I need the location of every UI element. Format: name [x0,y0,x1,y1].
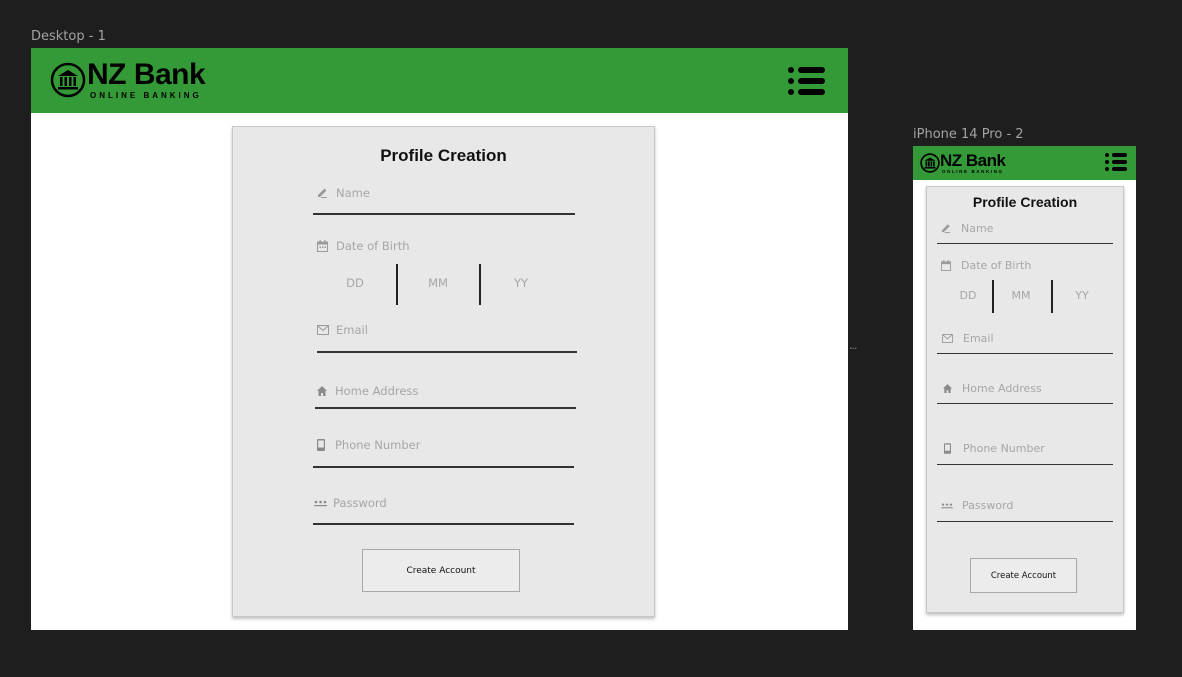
email-placeholder: Email [336,323,368,337]
app-header: NZ Bank ONLINE BANKING [913,146,1136,180]
hamburger-menu-icon[interactable] [1105,153,1127,171]
mail-icon [317,325,329,335]
phone-field[interactable]: Phone Number [937,442,1113,466]
home-icon [317,386,327,396]
dob-separator [479,264,481,305]
dob-year-input[interactable]: YY [496,276,546,290]
pencil-icon [941,223,952,234]
mobile-frame: NZ Bank ONLINE BANKING Profile Creation … [913,146,1136,630]
dob-field: Date of Birth [313,237,575,309]
dob-month-input[interactable]: MM [1006,289,1036,302]
name-field[interactable]: Name [313,183,575,217]
dob-day-input[interactable]: DD [953,289,983,302]
email-field[interactable]: Email [317,322,579,356]
brand-subtitle: ONLINE BANKING [90,91,202,100]
phone-icon [944,443,951,454]
dob-separator [396,264,398,305]
dob-month-input[interactable]: MM [413,276,463,290]
form-title: Profile Creation [972,194,1078,210]
password-placeholder: Password [962,499,1014,512]
dob-separator [992,280,994,313]
password-icon [941,502,953,509]
profile-form-card: Profile Creation Name Date of Birth DD M… [926,186,1124,613]
form-title: Profile Creation [380,146,507,165]
address-placeholder: Home Address [335,384,419,398]
dob-label: Date of Birth [336,239,410,253]
brand-title: NZ Bank [940,151,1006,170]
phone-placeholder: Phone Number [335,438,421,452]
dob-field: Date of Birth [941,259,1111,275]
bank-building-icon [50,62,86,98]
calendar-icon [941,260,951,271]
brand-logo[interactable]: NZ Bank ONLINE BANKING [50,58,206,100]
email-placeholder: Email [963,332,994,345]
desktop-frame-label: Desktop - 1 [31,29,106,44]
dob-separator [1051,280,1053,313]
password-placeholder: Password [333,496,387,510]
phone-field[interactable]: Phone Number [313,436,575,472]
name-field[interactable]: Name [937,221,1113,246]
dob-day-input[interactable]: DD [330,276,380,290]
password-field[interactable]: Password [937,499,1113,523]
create-account-button[interactable]: Create Account [970,558,1077,593]
create-account-button[interactable]: Create Account [362,549,520,592]
phone-placeholder: Phone Number [963,442,1045,455]
password-icon [314,499,327,507]
name-placeholder: Name [336,186,370,200]
mobile-frame-label: iPhone 14 Pro - 2 [913,127,1024,142]
profile-form-card: Profile Creation Name Date of Birth DD M… [232,126,655,617]
more-indicator: ... [849,339,857,352]
bank-building-icon [920,153,940,173]
app-header: NZ Bank ONLINE BANKING [31,48,848,113]
home-icon [943,384,952,393]
brand-logo[interactable]: NZ Bank ONLINE BANKING [920,151,1006,174]
dob-label: Date of Birth [961,259,1032,272]
phone-icon [317,439,325,451]
mail-icon [942,334,953,343]
brand-title: NZ Bank [87,58,206,91]
password-field[interactable]: Password [313,495,575,529]
email-field[interactable]: Email [937,332,1113,356]
desktop-frame: NZ Bank ONLINE BANKING Profile Creation … [31,48,848,630]
name-placeholder: Name [961,222,994,235]
calendar-icon [317,240,328,252]
hamburger-menu-icon[interactable] [788,66,825,96]
brand-subtitle: ONLINE BANKING [942,169,1004,174]
address-field[interactable]: Home Address [315,383,577,417]
address-field[interactable]: Home Address [937,382,1113,406]
pencil-icon [317,187,329,199]
dob-year-input[interactable]: YY [1067,289,1097,302]
address-placeholder: Home Address [962,382,1042,395]
